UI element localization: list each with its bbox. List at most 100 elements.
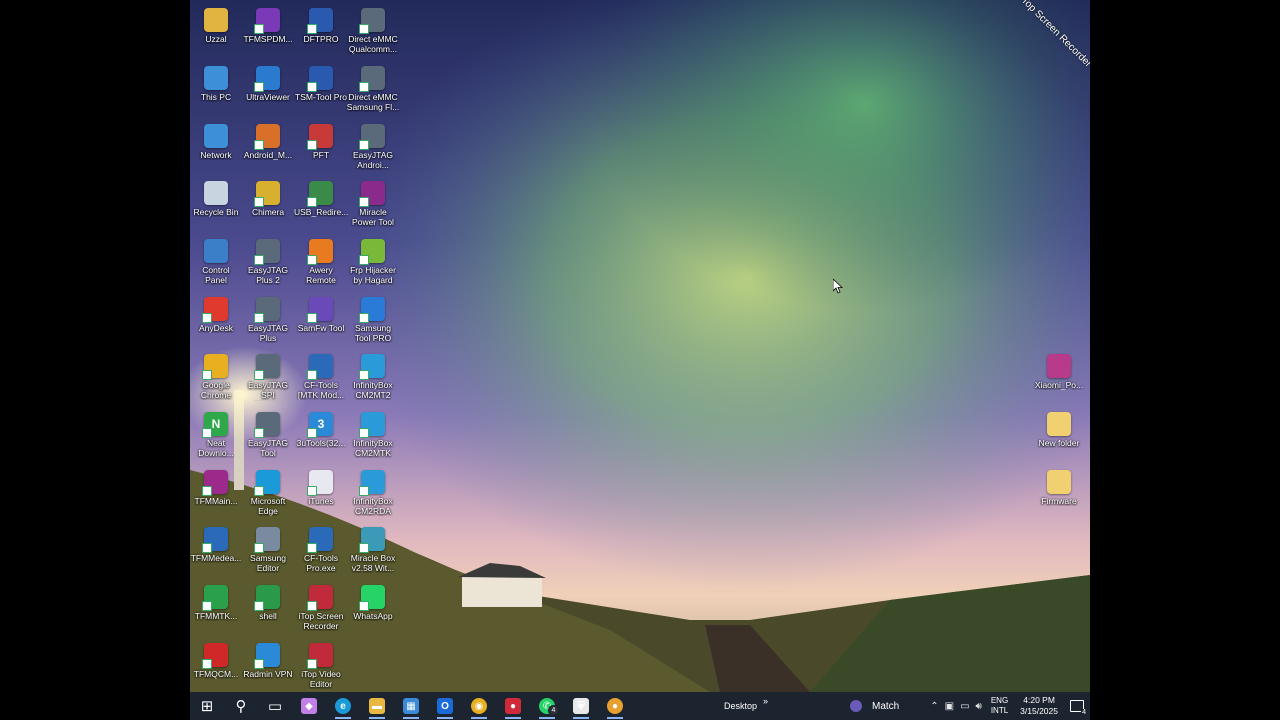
desktop-icon[interactable]: Chimera: [241, 175, 295, 217]
desktop-icon[interactable]: DFTPRO: [294, 2, 348, 44]
desktop-icon-label: TFMSPDM...: [243, 34, 293, 44]
desktop-icon[interactable]: EasyJTAG SPI Flasher: [241, 348, 295, 401]
desktop-icon[interactable]: SamFw Tool: [294, 291, 348, 333]
weather-label: Match: [872, 700, 900, 712]
weather-widget[interactable]: Match: [850, 692, 899, 720]
desktop-icon[interactable]: 3 3uTools(32...: [294, 406, 348, 448]
desktop-icon-label: Direct eMMC Qualcomm...: [348, 34, 398, 54]
desktop-icon-label: iTunes: [308, 496, 334, 506]
volume-icon[interactable]: 🔊︎: [976, 701, 982, 712]
shield-icon: ⛨: [573, 698, 589, 714]
app-icon: [307, 354, 333, 380]
desktop-icon[interactable]: This PC: [190, 60, 243, 102]
desktop-icon[interactable]: TFMMedea...: [190, 521, 243, 563]
desktop-toolbar[interactable]: Desktop »: [724, 692, 768, 720]
desktop-icon[interactable]: Miracle Power Tool: [346, 175, 400, 227]
app-icon: [254, 585, 280, 611]
desktop-icon[interactable]: USB_Redire...: [294, 175, 348, 217]
desktop-icon[interactable]: AnyDesk: [190, 291, 243, 333]
taskbar-search-button[interactable]: ⚲: [224, 692, 258, 720]
taskbar-apps: ⊞ ⚲ ▭ ◆ e ▬ ▦ O ◉ ● ✆ 4 ⛨ ●: [190, 692, 632, 720]
desktop-icon[interactable]: iTop Video Editor: [294, 637, 348, 689]
desktop-icon[interactable]: TFMSPDM...: [241, 2, 295, 44]
desktop-icon[interactable]: Direct eMMC Qualcomm...: [346, 2, 400, 54]
desktop-icon-label: This PC: [200, 92, 232, 102]
desktop-icon[interactable]: iTunes: [294, 464, 348, 506]
desktop-icon[interactable]: Samsung Editor: [241, 521, 295, 573]
desktop-icon[interactable]: InfinityBox CM2RDA: [346, 464, 400, 516]
desktop-icon[interactable]: Google Chrome: [190, 348, 243, 400]
network-icon[interactable]: ▭: [960, 701, 969, 712]
desktop-icon[interactable]: InfinityBox CM2MTK: [346, 406, 400, 458]
desktop-icon[interactable]: Android_M...: [241, 118, 295, 160]
app-icon: [359, 66, 385, 92]
desktop-icon[interactable]: Microsoft Edge: [241, 464, 295, 516]
desktop-icon[interactable]: Network: [190, 118, 243, 160]
desktop-icon[interactable]: Xiaomi_Po...: [1032, 348, 1086, 390]
show-hidden-icons-chevron-icon[interactable]: ⌃: [930, 701, 938, 712]
desktop-icon[interactable]: Awery Remote: [294, 233, 348, 285]
app-icon: [202, 585, 228, 611]
desktop-icon[interactable]: Samsung Tool PRO: [346, 291, 400, 343]
desktop-toolbar-chevron[interactable]: »: [763, 696, 768, 706]
app-icon: [254, 66, 280, 92]
clock[interactable]: 4:20 PM 3/15/2025: [1020, 695, 1058, 717]
taskbar-app-orange-button[interactable]: ●: [598, 692, 632, 720]
taskbar-store-button[interactable]: ▦: [394, 692, 428, 720]
desktop-icon[interactable]: Control Panel: [190, 233, 243, 285]
desktop-icon[interactable]: N Neat Downlo...: [190, 406, 243, 458]
desktop-icon[interactable]: Miracle Box v2.58 Wit...: [346, 521, 400, 573]
weather-icon: [850, 700, 862, 712]
desktop-icon[interactable]: InfinityBox CM2MT2: [346, 348, 400, 400]
desktop-icon[interactable]: Firmware: [1032, 464, 1086, 506]
meet-now-icon[interactable]: ▣: [945, 701, 954, 712]
desktop-icon-label: shell: [259, 611, 277, 621]
taskbar-edge-button[interactable]: e: [326, 692, 360, 720]
taskbar-task-view-button[interactable]: ▭: [258, 692, 292, 720]
desktop-icon[interactable]: WhatsApp: [346, 579, 400, 621]
language-indicator[interactable]: ENG INTL: [991, 696, 1008, 716]
desktop-icon[interactable]: CF-Tools [MTK Mod...: [294, 348, 348, 400]
desktop-icon[interactable]: Frp Hijacker by Hagard: [346, 233, 400, 285]
desktop-icon-area: Uzzal This PC Network Recycle Bin Control Pa…: [190, 0, 1090, 692]
taskbar-file-explorer-button[interactable]: ▬: [360, 692, 394, 720]
notification-center-button[interactable]: 4: [1064, 692, 1090, 720]
taskbar-itop-recorder-button[interactable]: ●: [496, 692, 530, 720]
app-icon: [307, 527, 333, 553]
desktop-icon[interactable]: TSM-Tool Pro: [294, 60, 348, 102]
desktop-icon[interactable]: Direct eMMC Samsung Fl...: [346, 60, 400, 112]
desktop-icon-label: Microsoft Edge: [250, 496, 286, 516]
desktop-icon-label: AnyDesk: [198, 323, 233, 333]
app-icon: [202, 354, 228, 380]
taskbar-start-button[interactable]: ⊞: [190, 692, 224, 720]
desktop-icon[interactable]: EasyJTAG Plus: [241, 291, 295, 343]
desktop-icon[interactable]: PFT: [294, 118, 348, 160]
desktop-icon-label: TFMQCM...: [193, 669, 239, 679]
desktop-icon[interactable]: TFMQCM...: [190, 637, 243, 679]
app-icon: [254, 527, 280, 553]
record-icon: ●: [505, 698, 521, 714]
desktop-icon[interactable]: New folder: [1032, 406, 1086, 448]
desktop-icon[interactable]: Recycle Bin: [190, 175, 243, 217]
desktop-icon[interactable]: CF-Tools Pro.exe: [294, 521, 348, 573]
desktop-icon[interactable]: EasyJTAG Tool: [241, 406, 295, 458]
circle-app-icon: ●: [607, 698, 623, 714]
desktop-icon[interactable]: UltraViewer: [241, 60, 295, 102]
taskbar-chrome-button[interactable]: ◉: [462, 692, 496, 720]
taskbar-outlook-button[interactable]: O: [428, 692, 462, 720]
desktop-icon[interactable]: Uzzal: [190, 2, 243, 44]
taskbar-whatsapp-button[interactable]: ✆ 4: [530, 692, 564, 720]
desktop-icon[interactable]: iTop Screen Recorder: [294, 579, 348, 631]
desktop-icon[interactable]: TFMMTK...: [190, 579, 243, 621]
taskbar-copilot-button[interactable]: ◆: [292, 692, 326, 720]
desktop-icon[interactable]: EasyJTAG Androi...: [346, 118, 400, 170]
desktop-icon[interactable]: shell: [241, 579, 295, 621]
app-icon: [204, 239, 228, 263]
desktop-icon[interactable]: Radmin VPN: [241, 637, 295, 679]
desktop-icon-label: Android_M...: [243, 150, 293, 160]
taskbar-security-button[interactable]: ⛨: [564, 692, 598, 720]
desktop-icon-label: UltraViewer: [246, 92, 290, 102]
desktop-icon[interactable]: TFMMain...: [190, 464, 243, 506]
desktop-icon[interactable]: EasyJTAG Plus 2: [241, 233, 295, 285]
desktop-icon-label: Radmin VPN: [243, 669, 293, 679]
